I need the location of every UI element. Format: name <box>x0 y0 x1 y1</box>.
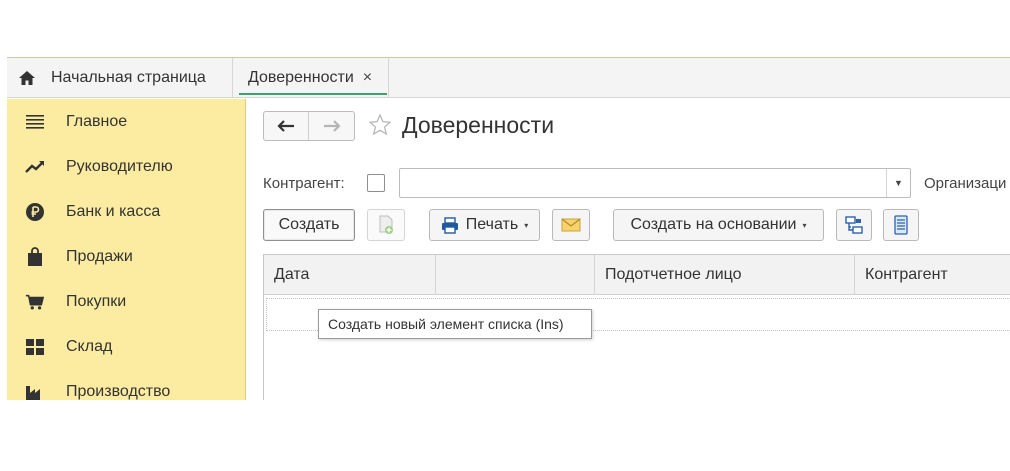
favorite-star-icon[interactable] <box>368 113 392 137</box>
sidebar-item-bank-i-kassa[interactable]: Банк и касса <box>7 189 246 234</box>
print-button[interactable]: Печать ▾ <box>429 209 540 241</box>
hierarchy-icon <box>845 216 863 234</box>
sidebar-item-label: Продажи <box>66 247 133 265</box>
print-button-label: Печать <box>465 216 519 233</box>
shopping-bag-icon <box>25 246 45 267</box>
column-header-date[interactable]: Дата <box>264 255 436 295</box>
arrow-left-icon <box>277 120 294 132</box>
sidebar-item-label: Банк и касса <box>66 202 161 220</box>
contractor-field[interactable]: ▼ <box>399 168 911 198</box>
close-icon[interactable]: × <box>363 70 372 86</box>
sidebar: Главное Руководителю Банк и касса Продаж… <box>7 99 246 400</box>
sidebar-item-pokupki[interactable]: Покупки <box>7 279 246 324</box>
sidebar-item-prodazhi[interactable]: Продажи <box>7 234 246 279</box>
copy-button[interactable] <box>367 209 405 241</box>
tab-doverennosti[interactable]: Доверенности × <box>238 58 389 98</box>
arrow-right-icon <box>323 120 341 132</box>
envelope-icon <box>561 218 581 232</box>
contractor-filter-checkbox[interactable] <box>367 174 385 192</box>
sidebar-item-label: Производство <box>66 382 171 400</box>
table-header: Дата Подотчетное лицо Контрагент <box>264 255 1010 295</box>
factory-icon <box>25 382 45 400</box>
tab-home-label: Начальная страница <box>51 69 206 86</box>
contractor-label: Контрагент: <box>263 175 345 192</box>
list-settings-button[interactable] <box>883 209 919 241</box>
sidebar-item-glavnoe[interactable]: Главное <box>7 99 246 144</box>
email-button[interactable] <box>552 209 590 241</box>
chevron-down-icon: ▾ <box>802 220 807 230</box>
printer-icon <box>441 216 458 234</box>
home-icon <box>19 71 35 85</box>
warehouse-grid-icon <box>25 337 45 357</box>
create-based-on-label: Создать на основании <box>630 216 797 233</box>
column-header-number[interactable] <box>436 255 595 295</box>
page-title: Доверенности <box>402 112 555 138</box>
cart-icon <box>25 292 45 312</box>
chevron-down-icon: ▾ <box>524 220 529 230</box>
tooltip: Создать новый элемент списка (Ins) <box>318 309 592 339</box>
sidebar-item-sklad[interactable]: Склад <box>7 324 246 369</box>
main-content: Доверенности Контрагент: ▼ Организаци Со… <box>247 99 1010 400</box>
column-header-accountable-person[interactable]: Подотчетное лицо <box>595 255 855 295</box>
add-copy-icon <box>379 215 393 234</box>
back-button[interactable] <box>264 112 310 140</box>
structure-button[interactable] <box>836 209 872 241</box>
sidebar-item-proizvodstvo[interactable]: Производство <box>7 369 246 400</box>
app-window: Начальная страница Доверенности × Главно… <box>7 57 1010 400</box>
sidebar-item-label: Склад <box>66 337 113 355</box>
sidebar-item-rukovoditelyu[interactable]: Руководителю <box>7 144 246 189</box>
organization-label: Организаци <box>924 175 1007 192</box>
forward-button[interactable] <box>309 112 354 140</box>
list-icon <box>894 215 908 235</box>
tab-doverennosti-label: Доверенности <box>248 69 354 86</box>
ruble-coin-icon <box>25 202 45 222</box>
create-button-label: Создать <box>278 216 340 233</box>
tab-home[interactable]: Начальная страница <box>7 58 233 98</box>
trend-up-icon <box>25 157 45 177</box>
sidebar-item-label: Главное <box>66 112 128 130</box>
create-button[interactable]: Создать <box>263 209 355 241</box>
column-header-contractor[interactable]: Контрагент <box>855 255 1010 295</box>
chevron-down-icon[interactable]: ▼ <box>886 169 910 197</box>
sidebar-item-label: Покупки <box>66 292 127 310</box>
menu-lines-icon <box>25 112 45 132</box>
sidebar-item-label: Руководителю <box>66 157 173 175</box>
create-based-on-button[interactable]: Создать на основании ▾ <box>613 209 824 241</box>
tab-bar: Начальная страница Доверенности × <box>7 58 1010 98</box>
nav-buttons <box>263 111 355 141</box>
active-tab-indicator <box>239 93 387 95</box>
